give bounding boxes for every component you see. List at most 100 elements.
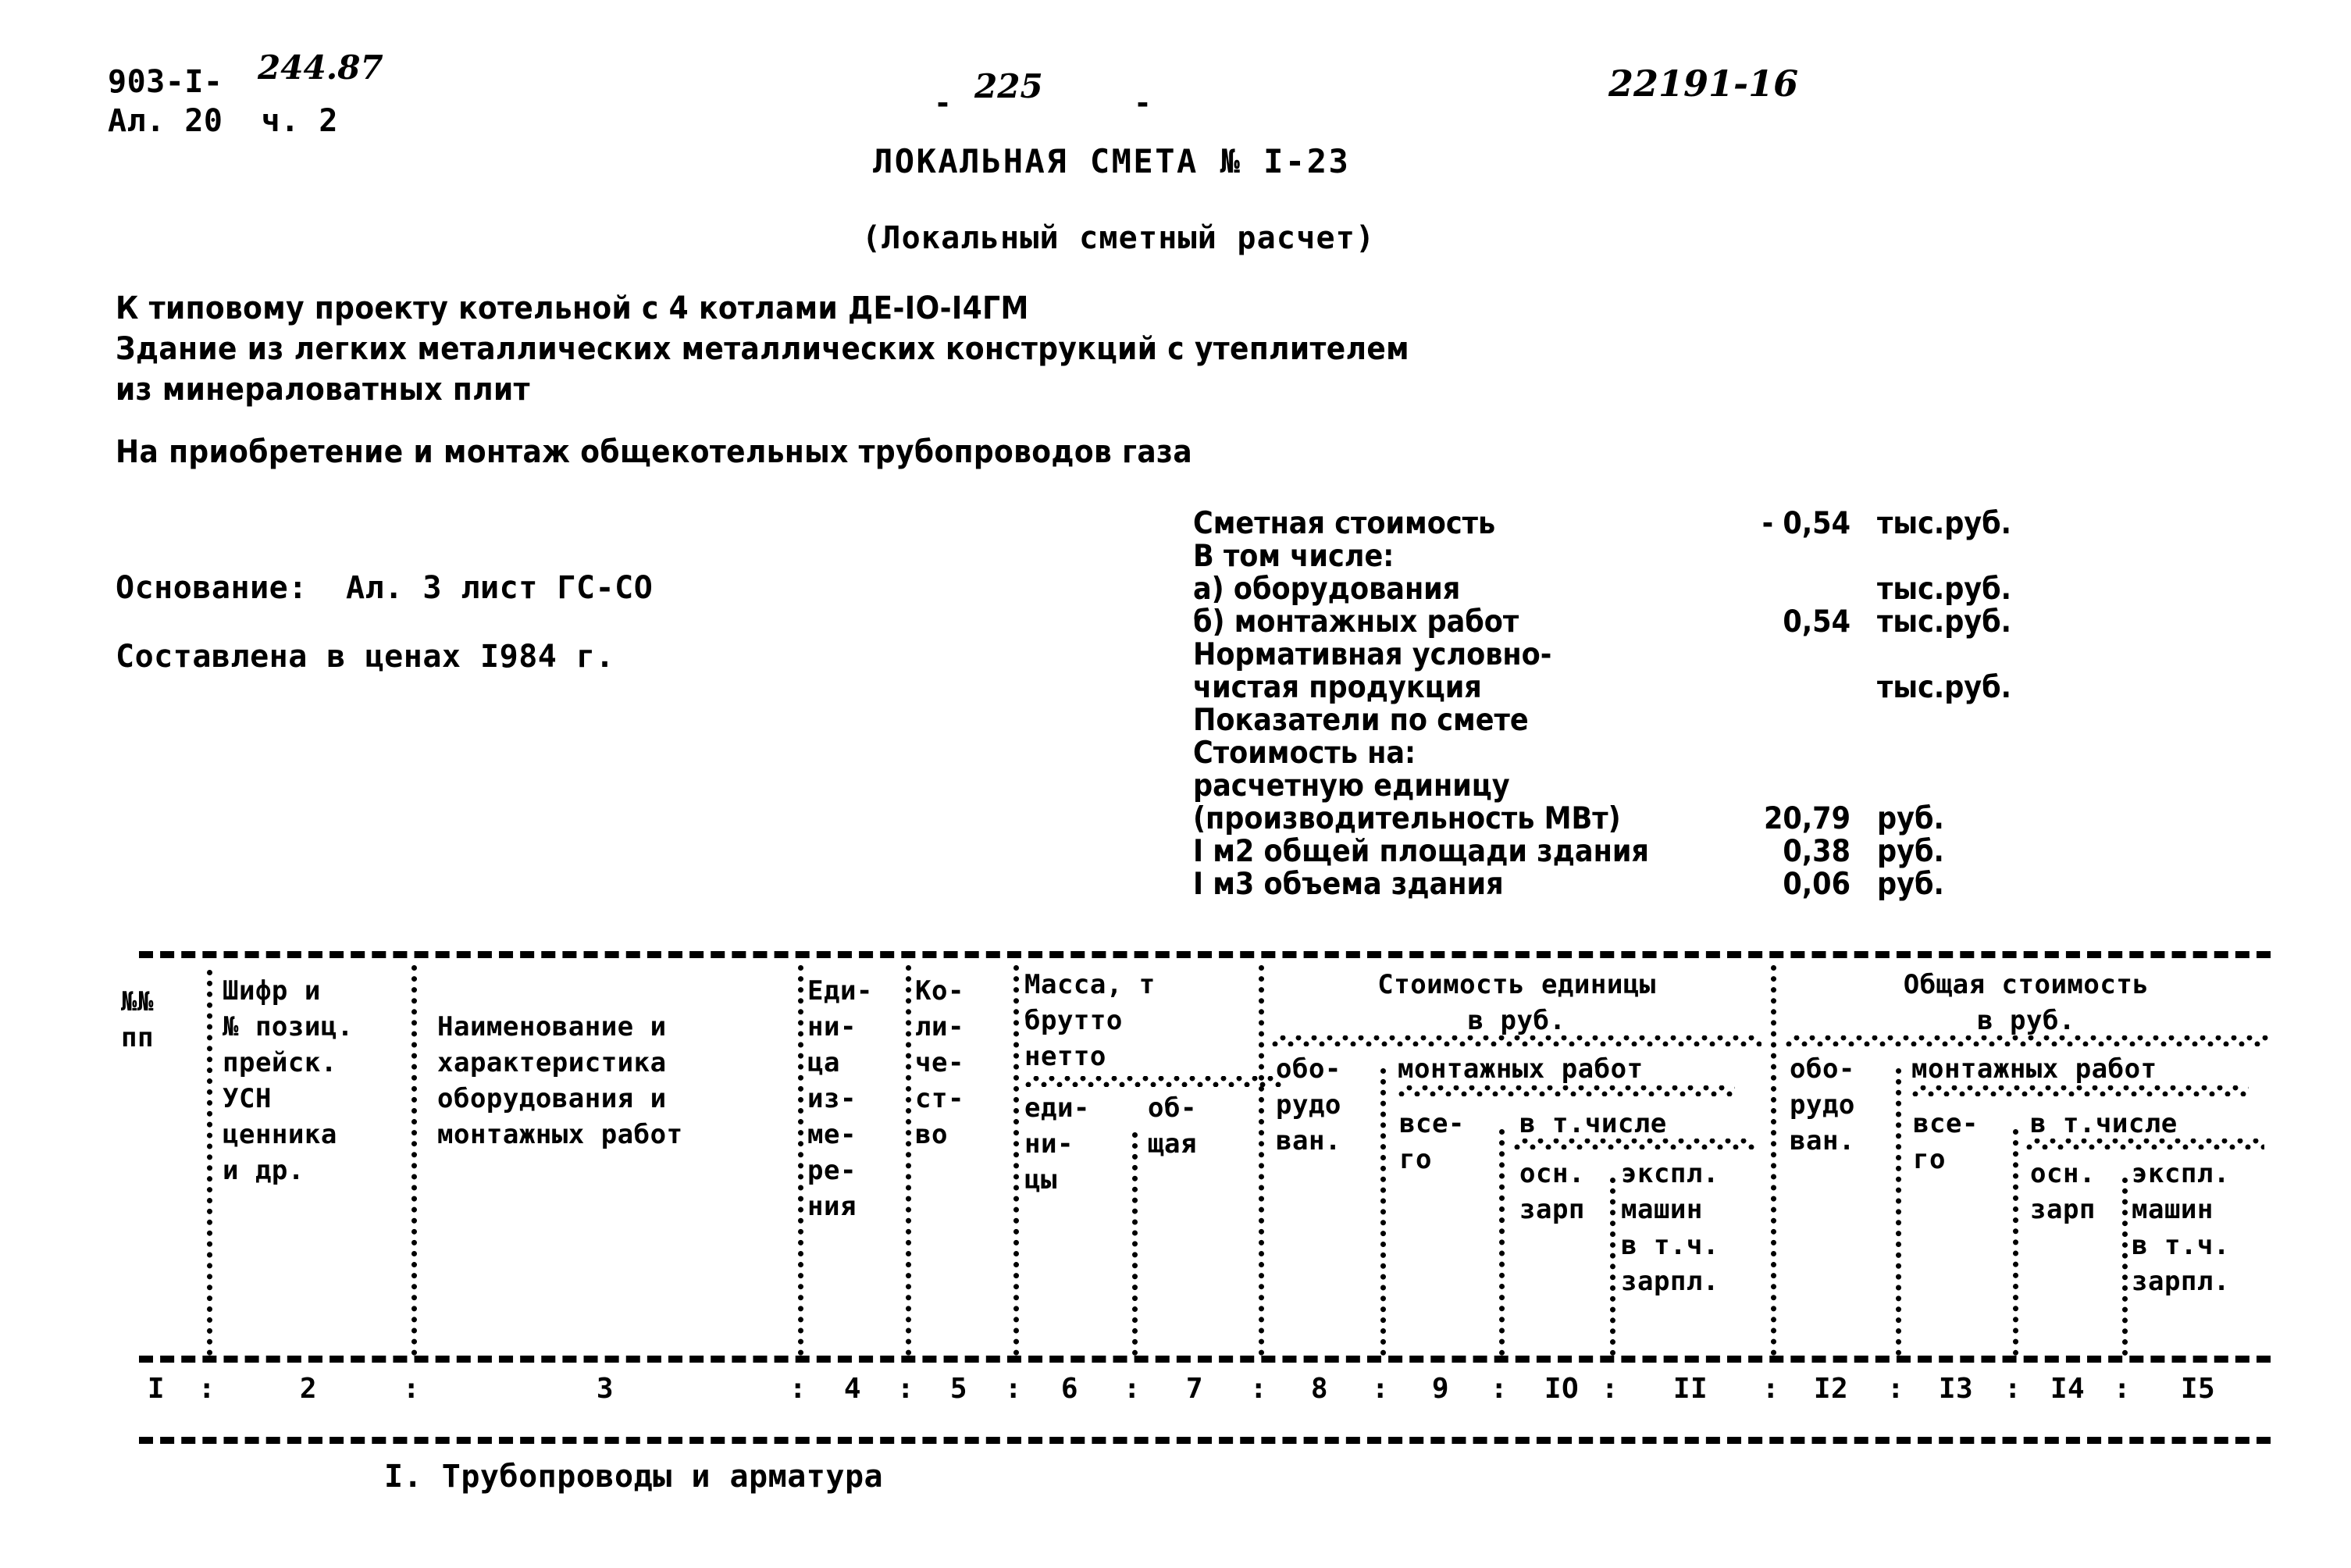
th-mass-group: Масса, т брутто нетто: [1024, 969, 1156, 1072]
total-cost-underline: [1785, 1035, 2269, 1046]
table-rule-bottom: [139, 1437, 2271, 1444]
intro-line-1: К типовому проекту котельной с 4 котлами…: [116, 290, 1029, 326]
price-year-line: Составлена в ценах I984 г.: [116, 639, 615, 675]
th-description: Наименование и характеристика оборудован…: [437, 1011, 683, 1150]
col-sep-12: [1896, 1068, 1901, 1356]
th-total-install-group: монтажных работ: [1911, 1053, 2157, 1085]
summary-label-4: Нормативная условно-: [1193, 637, 1552, 672]
series-code: 903-I-: [108, 64, 223, 100]
column-number-separator-10: :: [1761, 1373, 1780, 1405]
column-number-separator-9: :: [1601, 1373, 1619, 1405]
summary-label-11: I м3 объема здания: [1193, 867, 1504, 902]
column-number-separator-4: :: [1004, 1373, 1023, 1405]
summary-value-10: 0,38: [1783, 834, 1851, 869]
intro-line-3: из минераловатных плит: [116, 372, 530, 408]
page-dash-left: -: [934, 86, 953, 120]
column-number-separator-3: :: [896, 1373, 915, 1405]
th-total-base-wage: осн. зарп: [2030, 1158, 2096, 1225]
th-quantity: Ко- ли- че- ст- во: [915, 975, 964, 1150]
total-incl-underline: [2025, 1139, 2264, 1149]
summary-label-0: Сметная стоимость: [1193, 506, 1496, 541]
col-sep-8: [1380, 1068, 1386, 1356]
summary-unit-3: тыс.руб.: [1877, 604, 2012, 640]
column-number-separator-2: :: [789, 1373, 807, 1405]
column-number-separator-13: :: [2113, 1373, 2132, 1405]
unit-install-underline: [1398, 1085, 1735, 1096]
summary-label-6: Показатели по смете: [1193, 703, 1529, 738]
summary-value-0: - 0,54: [1761, 506, 1851, 541]
series-code-handwritten: 244.87: [258, 48, 383, 87]
column-number-2: 2: [299, 1373, 318, 1405]
summary-value-9: 20,79: [1764, 801, 1851, 836]
document-code: 22191-16: [1608, 62, 1799, 105]
column-number-5: 5: [949, 1373, 968, 1405]
column-number-I3: I3: [1938, 1373, 1974, 1405]
summary-label-8: расчетную единицу: [1193, 768, 1510, 804]
table-header-area: №№ пп Шифр и № позиц. прейск. УСН ценник…: [0, 951, 2351, 1444]
th-unit-base-wage: осн. зарп: [1519, 1158, 1585, 1225]
summary-label-3: б) монтажных работ: [1193, 604, 1519, 640]
column-number-separator-12: :: [2004, 1373, 2022, 1405]
subject-line: На приобретение и монтаж общекотельных т…: [116, 434, 1192, 470]
th-unit-install-total: все- го: [1399, 1108, 1465, 1175]
column-number-I5: I5: [2180, 1373, 2216, 1405]
th-number: №№ пп: [121, 986, 154, 1053]
section-heading: I. Трубопроводы и арматура: [384, 1459, 884, 1495]
col-sep-3: [798, 965, 803, 1356]
column-number-IO: IO: [1544, 1373, 1580, 1405]
album-line: Ал. 20 ч. 2: [108, 103, 338, 139]
col-sep-2: [411, 965, 417, 1356]
summary-unit-5: тыс.руб.: [1877, 670, 2012, 705]
column-number-I4: I4: [2050, 1373, 2086, 1405]
th-mass-unit: еди- ни- цы: [1024, 1092, 1090, 1196]
intro-line-2: Здание из легких металлических металличе…: [116, 331, 1409, 367]
summary-label-10: I м2 общей площади здания: [1193, 834, 1649, 869]
summary-label-1: В том числе:: [1193, 539, 1395, 574]
unit-incl-underline: [1513, 1139, 1755, 1149]
summary-unit-2: тыс.руб.: [1877, 572, 2012, 607]
summary-unit-0: тыс.руб.: [1877, 506, 2012, 541]
table-rule-top: [139, 951, 2271, 958]
th-code: Шифр и № позиц. прейск. УСН ценника и др…: [223, 975, 354, 1186]
col-sep-1: [207, 970, 212, 1356]
th-unit-install-group: монтажных работ: [1398, 1053, 1644, 1085]
summary-unit-10: руб.: [1877, 834, 1944, 869]
col-sep-9: [1499, 1129, 1505, 1356]
column-number-I: I: [147, 1373, 166, 1405]
col-sep-6: [1132, 1132, 1138, 1356]
page-number: 225: [974, 67, 1043, 105]
summary-value-11: 0,06: [1783, 867, 1851, 902]
th-total-equipment: обо- рудо ван.: [1790, 1053, 1855, 1156]
column-number-8: 8: [1310, 1373, 1329, 1405]
summary-unit-11: руб.: [1877, 867, 1944, 902]
column-number-separator-0: :: [198, 1373, 216, 1405]
basis-line: Основание: Ал. 3 лист ГС-СО: [116, 570, 654, 606]
column-number-separator-8: :: [1490, 1373, 1509, 1405]
col-sep-5: [1013, 965, 1019, 1356]
unit-cost-underline: [1271, 1035, 1761, 1046]
summary-label-2: а) оборудования: [1193, 572, 1461, 607]
document-title: ЛОКАЛЬНАЯ СМЕТА № I-23: [873, 142, 1351, 180]
table-rule-middle: [139, 1356, 2271, 1363]
column-number-3: 3: [596, 1373, 614, 1405]
document-subtitle: (Локальный сметный расчет): [862, 220, 1376, 256]
th-total-incl-group: в т.числе: [2030, 1108, 2178, 1139]
th-unit-machine: экспл. машин в т.ч. зарпл.: [1621, 1158, 1719, 1297]
summary-label-5: чистая продукция: [1193, 670, 1482, 705]
column-number-separator-7: :: [1371, 1373, 1390, 1405]
column-number-6: 6: [1060, 1373, 1079, 1405]
page-dash-right: -: [1134, 86, 1152, 120]
col-sep-11: [1771, 965, 1776, 1356]
th-unit-cost-group: Стоимость единицы в руб.: [1377, 969, 1656, 1036]
th-total-install-total: все- го: [1913, 1108, 1979, 1175]
summary-value-3: 0,54: [1783, 604, 1851, 640]
col-sep-13: [2013, 1129, 2018, 1356]
th-unit: Еди- ни- ца из- ме- ре- ния: [807, 975, 873, 1222]
column-number-separator-1: :: [402, 1373, 421, 1405]
col-sep-4: [906, 965, 911, 1356]
column-number-separator-6: :: [1249, 1373, 1268, 1405]
summary-label-9: (производительность МВт): [1193, 801, 1621, 836]
column-number-II: II: [1672, 1373, 1708, 1405]
th-total-machine: экспл. машин в т.ч. зарпл.: [2132, 1158, 2230, 1297]
column-number-7: 7: [1185, 1373, 1204, 1405]
